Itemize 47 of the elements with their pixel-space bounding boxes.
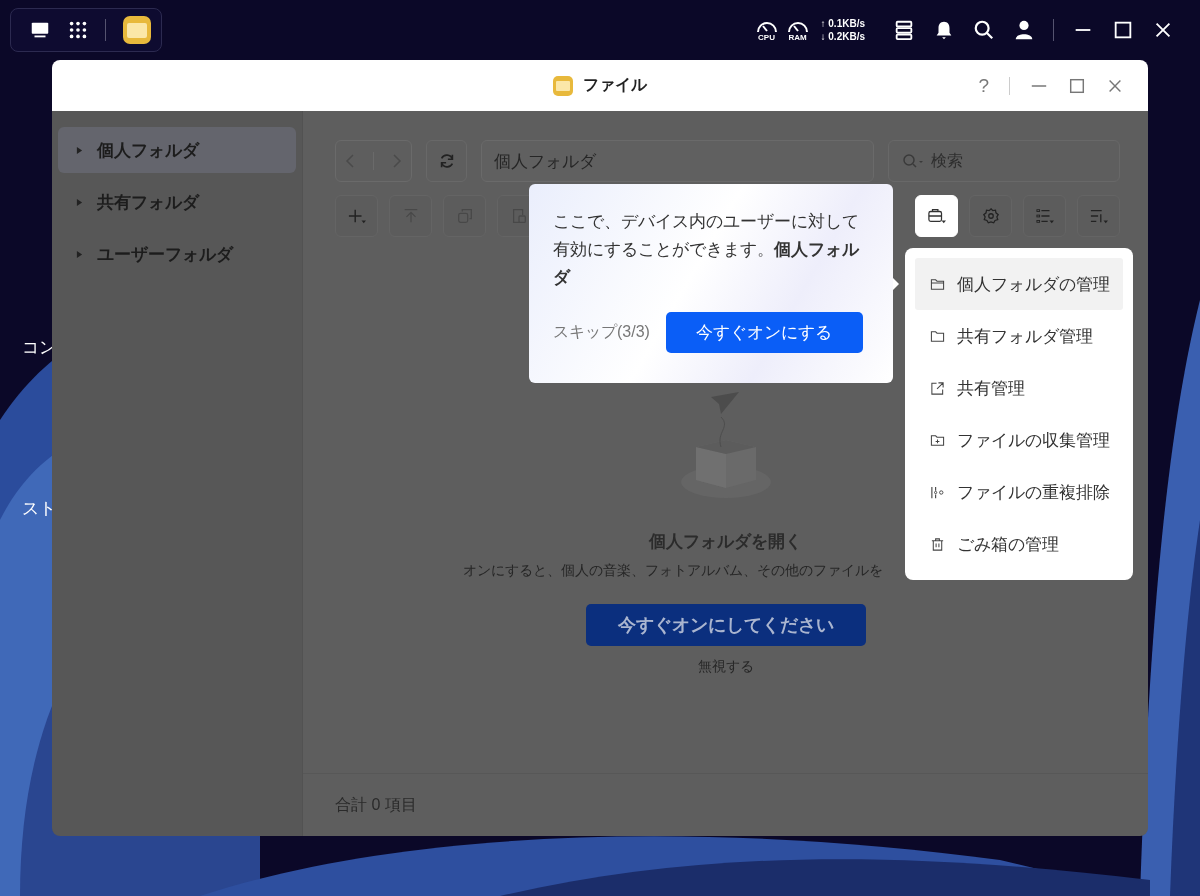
trash-icon bbox=[930, 536, 945, 552]
list-icon bbox=[1034, 207, 1055, 225]
menu-item[interactable]: ファイルの重複排除 bbox=[915, 466, 1123, 518]
share-icon bbox=[930, 380, 945, 396]
search-icon bbox=[902, 153, 924, 169]
folder-icon bbox=[930, 328, 945, 344]
menu-item[interactable]: 個人フォルダの管理 bbox=[915, 258, 1123, 310]
maximize-icon[interactable] bbox=[1112, 19, 1134, 41]
dedupe-icon bbox=[930, 484, 945, 500]
search-icon[interactable] bbox=[973, 19, 995, 41]
file-app-icon[interactable] bbox=[122, 15, 152, 45]
tooltip-text: ここで、デバイス内のユーザーに対して有効にすることができます。個人フォルダ bbox=[553, 211, 861, 289]
ram-label: RAM bbox=[788, 32, 807, 42]
skip-link[interactable]: スキップ(3/3) bbox=[553, 322, 650, 343]
caret-icon bbox=[76, 145, 83, 155]
enable-now-button[interactable]: 今すぐオンにする bbox=[665, 312, 863, 353]
plus-icon bbox=[346, 207, 367, 225]
menu-item[interactable]: 共有フォルダ管理 bbox=[915, 310, 1123, 362]
app-grid-icon[interactable] bbox=[67, 19, 89, 41]
tooltip-pointer bbox=[893, 278, 899, 290]
menu-item[interactable]: ファイルの収集管理 bbox=[915, 414, 1123, 466]
upload-speed: ↑ 0.1KB/s bbox=[820, 17, 865, 30]
settings-button[interactable] bbox=[969, 195, 1012, 237]
window-title: ファイル bbox=[583, 75, 647, 95]
caret-icon bbox=[76, 197, 83, 207]
sort-button[interactable] bbox=[1077, 195, 1120, 237]
file-app-icon bbox=[553, 75, 573, 96]
folder-icon bbox=[930, 276, 945, 292]
sidebar-item[interactable]: 個人フォルダ bbox=[58, 127, 296, 173]
user-icon[interactable] bbox=[1013, 19, 1035, 41]
sort-icon bbox=[1088, 207, 1109, 225]
settings-icon bbox=[980, 207, 1001, 225]
view-button[interactable] bbox=[1023, 195, 1066, 237]
server-icon[interactable] bbox=[893, 19, 915, 41]
cpu-label: CPU bbox=[758, 32, 775, 42]
desktop-icon-label[interactable]: スト bbox=[22, 497, 56, 520]
add-button[interactable] bbox=[335, 195, 378, 237]
download-speed: ↓ 0.2KB/s bbox=[820, 30, 865, 43]
tools-button[interactable] bbox=[915, 195, 958, 237]
enable-button[interactable]: 今すぐオンにしてください bbox=[585, 604, 866, 646]
menu-item[interactable]: 共有管理 bbox=[915, 362, 1123, 414]
caret-icon bbox=[76, 249, 83, 259]
menu-item[interactable]: ごみ箱の管理 bbox=[915, 518, 1123, 570]
refresh-button[interactable] bbox=[426, 140, 467, 182]
help-button[interactable]: ? bbox=[978, 74, 989, 97]
folder-plus-icon bbox=[930, 432, 945, 448]
briefcase-icon bbox=[926, 207, 947, 225]
